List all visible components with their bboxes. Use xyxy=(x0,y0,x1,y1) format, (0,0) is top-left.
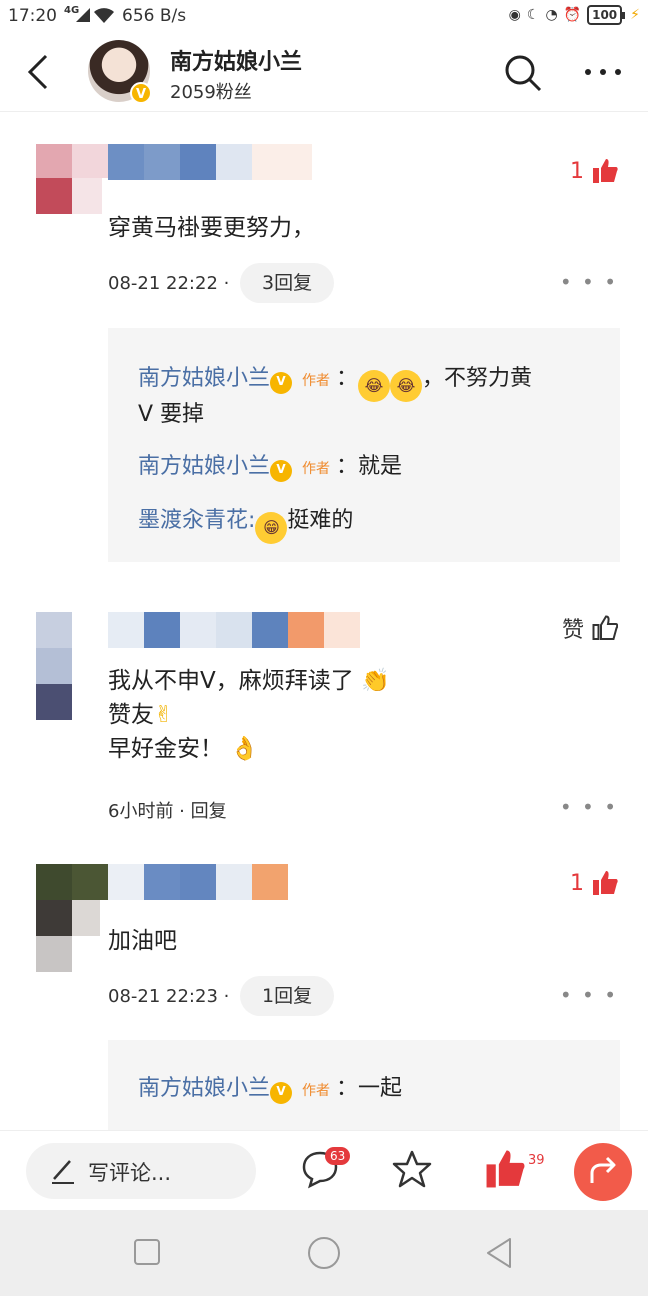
comment-text: 穿黄马褂要更努力， xyxy=(108,215,315,241)
comment-count-badge: 63 xyxy=(325,1147,351,1165)
comment-more-button[interactable]: • • • xyxy=(560,983,618,1007)
reply-text-cont: ，不努力黄 xyxy=(422,366,533,391)
comment-text: 我从不申V，麻烦拜读了 👏 赞友✌ 早好金安！ 👌 xyxy=(108,664,390,766)
back-nav-icon[interactable] xyxy=(484,1236,514,1270)
thumb-up-icon xyxy=(592,615,618,640)
reply-text: ：一起 xyxy=(336,1076,403,1101)
comment-placeholder: 写评论... xyxy=(88,1161,172,1185)
comment-like-button[interactable]: 赞 xyxy=(562,612,618,644)
reply-user[interactable]: 南方姑娘小兰 xyxy=(138,454,270,479)
star-icon[interactable] xyxy=(392,1149,432,1189)
comment-time[interactable]: 6小时前 · 回复 xyxy=(108,797,227,823)
reply-item[interactable]: 墨渡汆青花: 😁 挺难的 xyxy=(138,502,353,544)
profile-name[interactable]: 南方姑娘小兰 xyxy=(170,44,302,76)
thumb-up-icon xyxy=(486,1150,525,1188)
share-icon xyxy=(590,1156,616,1183)
comment-line: 早好金安！ xyxy=(108,736,223,762)
reply-user[interactable]: 南方姑娘小兰 xyxy=(138,366,270,391)
comment-more-button[interactable]: • • • xyxy=(560,795,618,819)
comment-text: 加油吧 xyxy=(108,928,177,954)
share-button[interactable] xyxy=(574,1143,632,1201)
comment-line: 赞友 xyxy=(108,702,154,728)
thumb-up-icon xyxy=(593,871,618,895)
like-count: 39 xyxy=(528,1153,545,1168)
status-bar: 17:20 4G 656 B/s ◉ ☾ ◔ ⏰ 100 ⚡ xyxy=(0,0,648,32)
reply-item[interactable]: 南方姑娘小兰 V 作者 ：就是 xyxy=(138,448,402,482)
comment-time: 08-21 22:23 · xyxy=(108,986,230,1007)
comment-like-button[interactable]: 1 xyxy=(570,870,618,896)
verified-badge: V xyxy=(270,372,293,394)
battery-icon: 100 xyxy=(587,5,626,25)
comment-more-button[interactable]: • • • xyxy=(560,270,618,294)
clap-emoji-icon: 👏 xyxy=(361,668,390,694)
recent-apps-icon[interactable] xyxy=(133,1238,161,1266)
eye-comfort-icon: ◉ xyxy=(508,7,521,23)
reply-count-button[interactable]: 3回复 xyxy=(240,263,335,303)
alarm-icon: ⏰ xyxy=(563,7,582,23)
system-nav-bar xyxy=(0,1210,648,1296)
ok-hand-emoji-icon: 👌 xyxy=(230,736,259,762)
reply-user[interactable]: 墨渡汆青花: xyxy=(138,508,255,533)
like-count: 1 xyxy=(570,870,584,896)
verified-badge: V xyxy=(130,82,152,104)
status-time: 17:20 xyxy=(8,6,57,26)
avatar[interactable]: V xyxy=(88,40,152,104)
reply-user[interactable]: 南方姑娘小兰 xyxy=(138,1076,270,1101)
signal-icon xyxy=(76,8,90,22)
verified-badge: V xyxy=(270,1082,293,1104)
thumb-up-icon xyxy=(593,159,618,183)
reply-text-wrap: V 要掉 xyxy=(138,402,205,427)
author-tag: 作者 xyxy=(302,1083,331,1099)
profile-header: V 南方姑娘小兰 2059粉丝 xyxy=(0,32,648,112)
fans-count: 2059粉丝 xyxy=(170,82,252,103)
reply-count-button[interactable]: 1回复 xyxy=(240,976,335,1016)
network-speed: 656 B/s xyxy=(122,6,187,26)
comment-time: 08-21 22:22 · xyxy=(108,273,230,294)
reply-box: 南方姑娘小兰 V 作者 ：一起 xyxy=(108,1040,620,1130)
reply-text: 挺难的 xyxy=(287,508,354,533)
bottom-action-bar: 写评论... 63 39 xyxy=(0,1130,648,1210)
verified-badge: V xyxy=(270,460,293,482)
laugh-cry-emoji-icon: 😂 xyxy=(358,370,391,402)
home-icon[interactable] xyxy=(307,1236,341,1270)
search-icon[interactable] xyxy=(500,50,544,94)
reply-box: 南方姑娘小兰 V 作者： 😂 😂 ，不努力黄 V 要掉 南方姑娘小兰 V 作者 ：就是 墨渡汆青… xyxy=(108,328,620,562)
moon-icon: ☾ xyxy=(526,7,540,23)
like-label: 赞 xyxy=(561,618,584,643)
more-icon[interactable] xyxy=(580,50,626,94)
write-comment-input[interactable]: 写评论... xyxy=(26,1143,256,1199)
author-tag: 作者 xyxy=(302,373,331,389)
author-tag: 作者 xyxy=(302,461,331,477)
reply-text: ：就是 xyxy=(336,454,403,479)
victory-emoji-icon: ✌ xyxy=(154,702,174,728)
back-icon[interactable] xyxy=(20,50,60,94)
comment-like-button[interactable]: 1 xyxy=(570,158,618,184)
wifi-icon xyxy=(94,8,114,23)
reply-text: ： xyxy=(336,366,359,391)
do-not-disturb-icon: ◔ xyxy=(545,7,558,23)
charging-icon: ⚡ xyxy=(630,7,640,23)
grin-emoji-icon: 😁 xyxy=(255,512,288,544)
pen-icon xyxy=(52,1160,74,1184)
laugh-cry-emoji-icon: 😂 xyxy=(390,370,423,402)
comment-line: 我从不申V，麻烦拜读了 xyxy=(108,668,354,694)
reply-item[interactable]: 南方姑娘小兰 V 作者 ：一起 xyxy=(138,1070,402,1104)
like-count: 1 xyxy=(570,158,584,184)
status-icons: ◉ ☾ ◔ ⏰ 100 ⚡ xyxy=(509,5,640,25)
